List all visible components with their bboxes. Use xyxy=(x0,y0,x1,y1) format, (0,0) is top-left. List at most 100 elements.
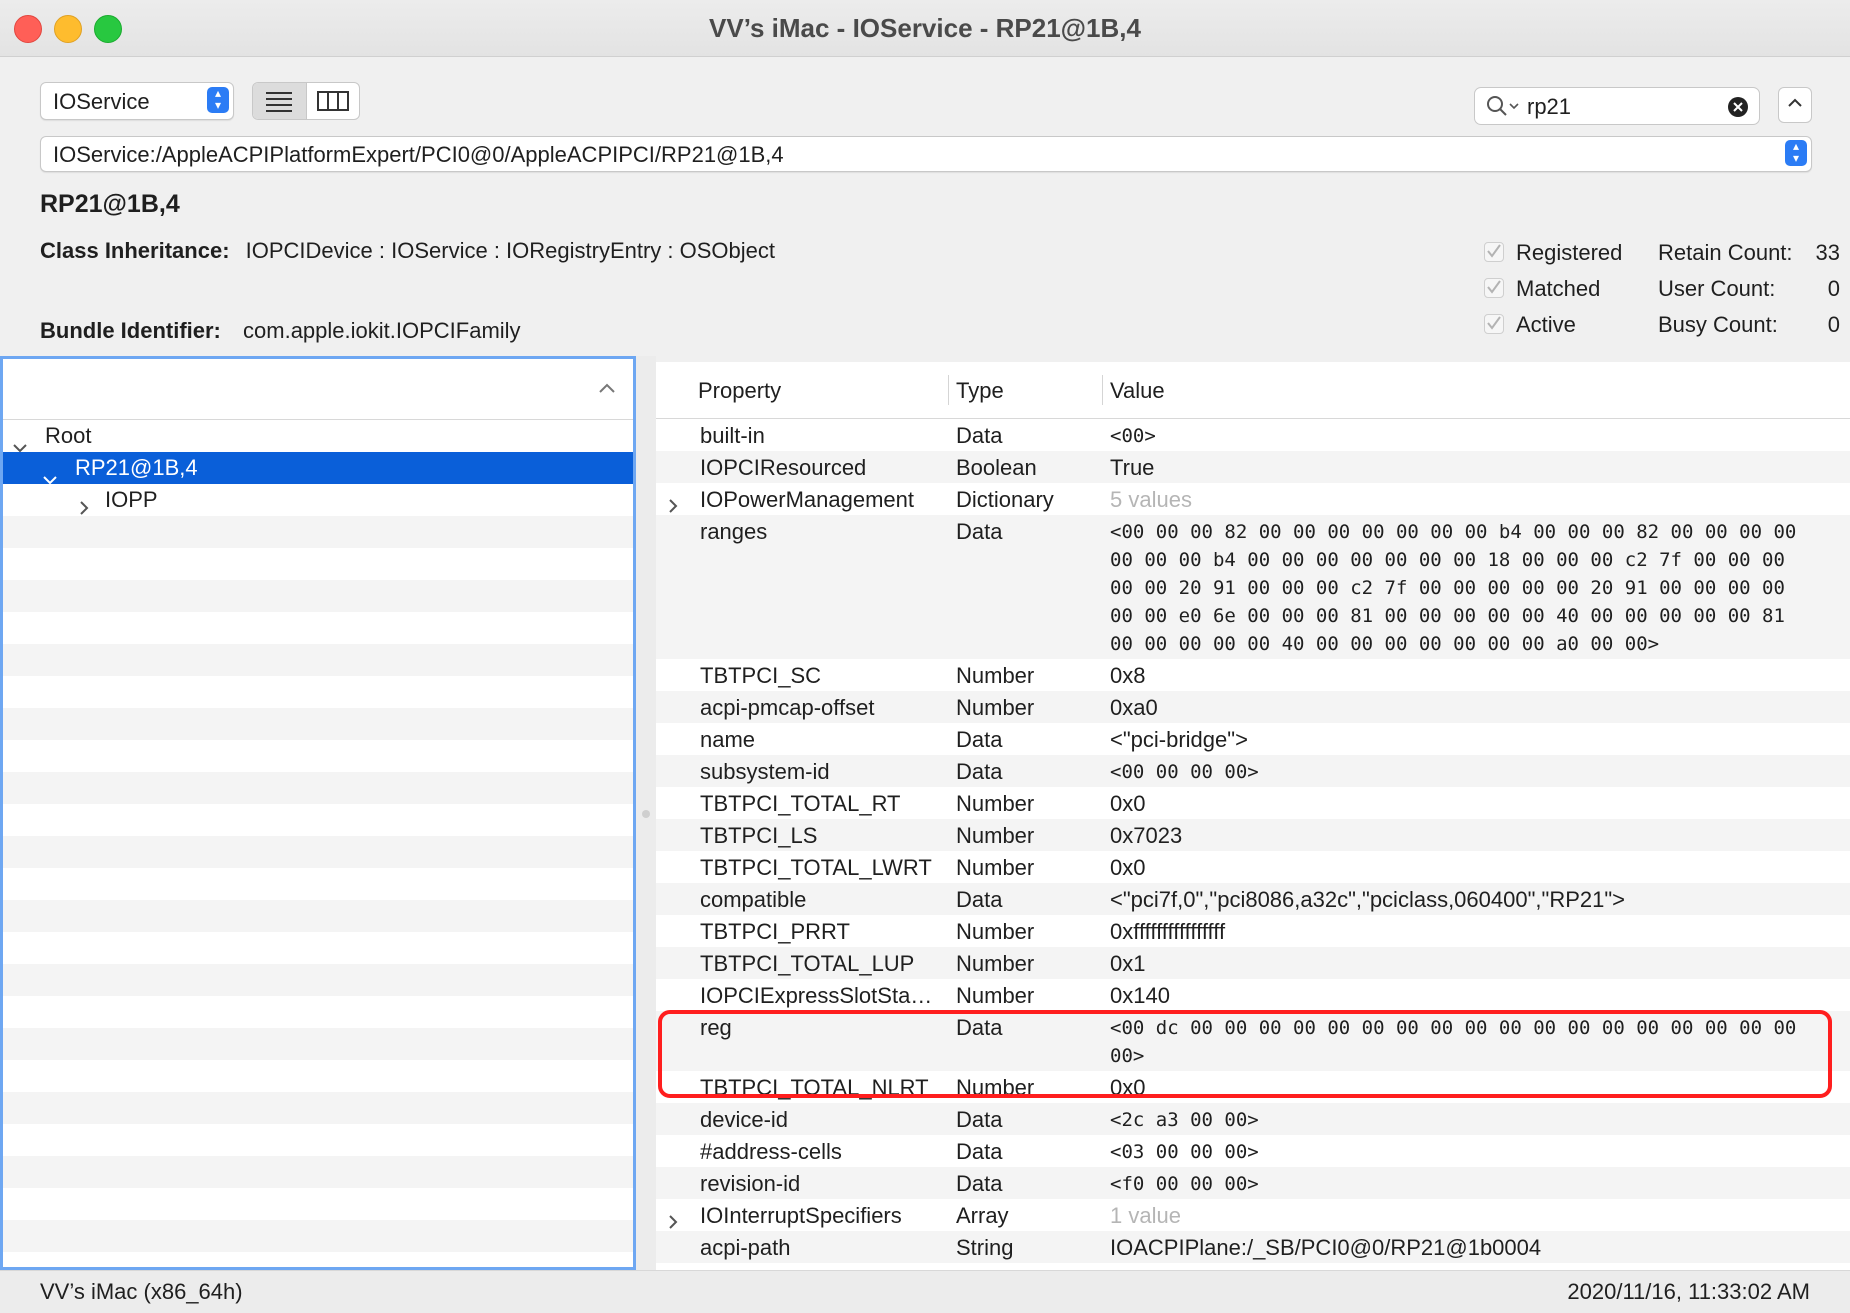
flag-registered-checkbox[interactable]: Registered xyxy=(1484,240,1622,266)
tree-empty-row xyxy=(3,580,633,612)
bundle-identifier-label: Bundle Identifier: xyxy=(40,318,221,343)
property-name: IOInterruptSpecifiers xyxy=(700,1203,902,1228)
search-input[interactable]: rp21 xyxy=(1527,94,1571,120)
collapse-toolbar-button[interactable] xyxy=(1778,87,1812,123)
table-row[interactable]: TBTPCI_TOTAL_NLRT Number 0x0 xyxy=(656,1071,1850,1103)
property-type: Number xyxy=(956,663,1035,688)
property-name: name xyxy=(700,727,756,752)
property-name: TBTPCI_TOTAL_LWRT xyxy=(700,855,932,880)
property-type: Number xyxy=(956,983,1035,1008)
property-value: 0x0 xyxy=(1110,855,1146,880)
property-type: Array xyxy=(956,1203,1009,1228)
tree-header xyxy=(3,359,633,420)
table-row[interactable]: reg Data <00 dc 00 00 00 00 00 00 00 00 00… xyxy=(656,1011,1850,1071)
property-name: compatible xyxy=(700,887,807,912)
select-stepper-icon: ▴ ▾ xyxy=(207,87,229,113)
property-value: 0x7023 xyxy=(1110,823,1183,848)
count-value: 0 xyxy=(1827,276,1840,301)
table-row[interactable]: TBTPCI_SC Number 0x8 xyxy=(656,659,1850,691)
table-header: Property Type Value xyxy=(656,362,1850,419)
table-row[interactable]: acpi-pmcap-offset Number 0xa0 xyxy=(656,691,1850,723)
tree-empty-row xyxy=(3,836,633,868)
tree-empty-row xyxy=(3,676,633,708)
tree-empty-row xyxy=(3,1188,633,1220)
tree-empty-row xyxy=(3,1060,633,1092)
table-row[interactable]: revision-id Data <f0 00 00 00> xyxy=(656,1167,1850,1199)
tree-empty-row xyxy=(3,516,633,548)
table-row[interactable]: TBTPCI_TOTAL_RT Number 0x0 xyxy=(656,787,1850,819)
flag-matched-checkbox[interactable]: Matched xyxy=(1484,276,1600,302)
property-name: TBTPCI_LS xyxy=(700,823,818,848)
bundle-identifier: Bundle Identifier: com.apple.iokit.IOPCI… xyxy=(40,318,521,344)
tree-empty-row xyxy=(3,612,633,644)
table-row[interactable]: TBTPCI_TOTAL_LUP Number 0x1 xyxy=(656,947,1850,979)
tree-empty-row xyxy=(3,708,633,740)
flag-active-checkbox[interactable]: Active xyxy=(1484,312,1576,338)
table-row[interactable]: name Data <"pci-bridge"> xyxy=(656,723,1850,755)
properties-table[interactable]: Property Type Value built-in Data <00> IOPC… xyxy=(656,362,1850,1270)
path-select[interactable]: IOService:/AppleACPIPlatformExpert/PCI0@… xyxy=(40,136,1812,172)
tree-empty-row xyxy=(3,1124,633,1156)
tree-row[interactable]: RP21@1B,4 xyxy=(3,452,633,485)
count-row: Retain Count: 33 xyxy=(1658,240,1840,266)
table-row[interactable]: IOPCIResourced Boolean True xyxy=(656,451,1850,483)
property-type: Data xyxy=(956,887,1003,912)
tree-row[interactable]: IOPP xyxy=(3,484,633,516)
registry-tree[interactable]: Root RP21@1B,4 IOPP xyxy=(0,356,636,1270)
column-view-button[interactable] xyxy=(305,83,360,119)
count-label: Retain Count: xyxy=(1658,240,1793,265)
table-row[interactable]: built-in Data <00> xyxy=(656,419,1850,451)
property-value: <"pci-bridge"> xyxy=(1110,727,1248,752)
table-row[interactable]: acpi-path String IOACPIPlane:/_SB/PCI0@0/R… xyxy=(656,1231,1850,1263)
chevron-up-icon[interactable] xyxy=(599,383,615,393)
property-name: TBTPCI_TOTAL_LUP xyxy=(700,951,915,976)
property-name: IOPCIResourced xyxy=(700,455,867,480)
search-icon[interactable] xyxy=(1485,94,1521,118)
path-stepper-icon: ▴ ▾ xyxy=(1785,140,1807,166)
tree-empty-row xyxy=(3,996,633,1028)
class-inheritance-label: Class Inheritance: xyxy=(40,238,230,263)
column-header-value[interactable]: Value xyxy=(1110,378,1165,404)
table-row[interactable]: TBTPCI_TOTAL_LWRT Number 0x0 xyxy=(656,851,1850,883)
search-field[interactable]: rp21 xyxy=(1474,87,1760,125)
checkbox-icon xyxy=(1484,314,1504,334)
clear-search-icon[interactable] xyxy=(1727,96,1749,118)
column-header-property[interactable]: Property xyxy=(698,378,781,404)
table-row[interactable]: IOInterruptSpecifiers Array 1 value xyxy=(656,1199,1850,1231)
count-row: User Count: 0 xyxy=(1658,276,1840,302)
property-type: Data xyxy=(956,1171,1003,1196)
table-row[interactable]: ranges Data <00 00 00 82 00 00 00 00 00 00… xyxy=(656,515,1850,659)
column-header-type[interactable]: Type xyxy=(956,378,1004,404)
property-type: Data xyxy=(956,1107,1003,1132)
tree-row[interactable]: Root xyxy=(3,420,633,453)
property-type: Number xyxy=(956,919,1035,944)
list-view-button[interactable] xyxy=(253,83,306,119)
table-row[interactable]: subsystem-id Data <00 00 00 00> xyxy=(656,755,1850,787)
entry-name: RP21@1B,4 xyxy=(40,190,180,218)
pane-splitter[interactable] xyxy=(636,356,656,1270)
plane-select[interactable]: IOService ▴ ▾ xyxy=(40,82,234,120)
property-name: acpi-path xyxy=(700,1235,791,1260)
tree-empty-row xyxy=(3,900,633,932)
table-row[interactable]: IOPowerManagement Dictionary 5 values xyxy=(656,483,1850,515)
property-value: 1 value xyxy=(1110,1203,1181,1228)
column-divider[interactable] xyxy=(1102,375,1103,405)
tree-row-label: IOPP xyxy=(105,487,158,512)
table-row[interactable]: IOPCIExpressSlotSta… Number 0x140 xyxy=(656,979,1850,1011)
splitter-handle[interactable] xyxy=(642,810,650,818)
property-value: 0xffffffffffffffff xyxy=(1110,919,1226,944)
column-divider[interactable] xyxy=(948,375,949,405)
property-name: IOPowerManagement xyxy=(700,487,914,512)
table-row[interactable]: TBTPCI_PRRT Number 0xffffffffffffffff xyxy=(656,915,1850,947)
property-value: 5 values xyxy=(1110,487,1192,512)
property-type: Number xyxy=(956,1075,1035,1100)
flag-label: Matched xyxy=(1516,276,1601,301)
table-row[interactable]: compatible Data <"pci7f,0","pci8086,a32c",… xyxy=(656,883,1850,915)
table-row[interactable]: device-id Data <2c a3 00 00> xyxy=(656,1103,1850,1135)
tree-empty-row xyxy=(3,772,633,804)
table-row[interactable]: #address-cells Data <03 00 00 00> xyxy=(656,1135,1850,1167)
table-row[interactable]: TBTPCI_LS Number 0x7023 xyxy=(656,819,1850,851)
property-type: Number xyxy=(956,791,1035,816)
property-name: TBTPCI_TOTAL_RT xyxy=(700,791,901,816)
view-mode-control[interactable] xyxy=(252,82,360,120)
